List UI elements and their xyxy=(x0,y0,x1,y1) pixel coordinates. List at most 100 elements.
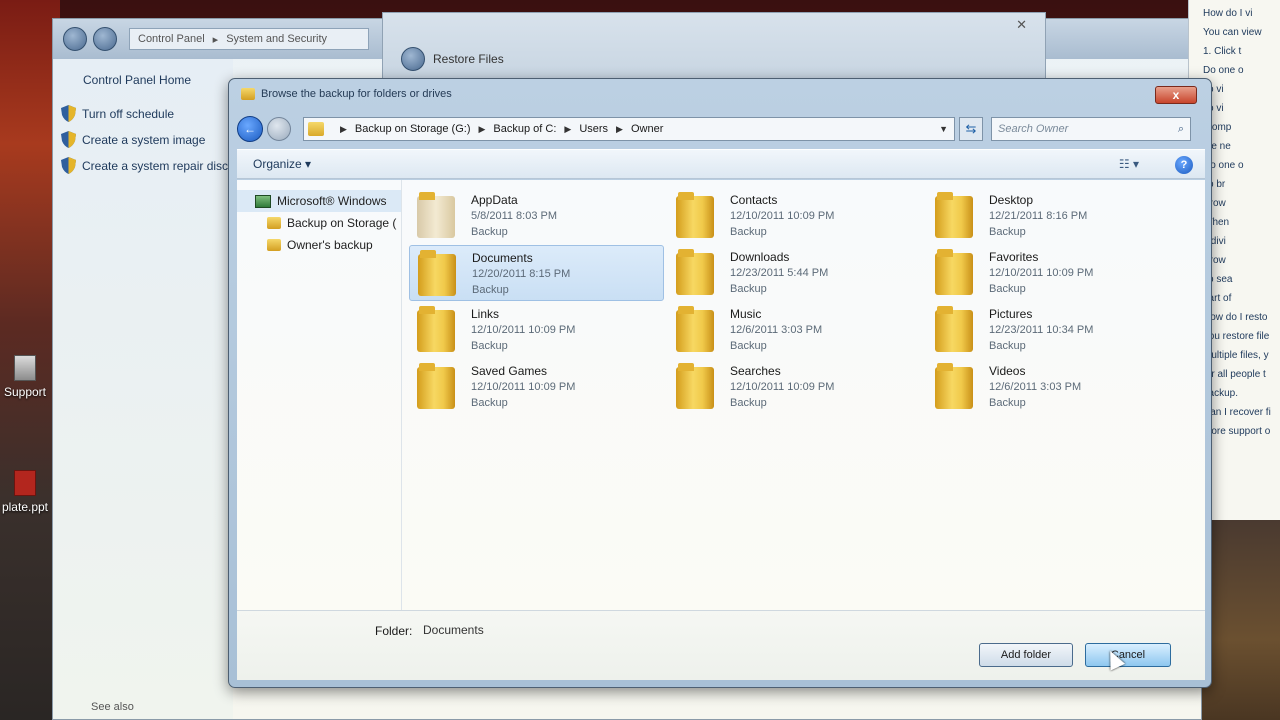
refresh-button[interactable]: ⇆ xyxy=(959,117,983,141)
file-item[interactable]: Downloads 12/23/2011 5:44 PM Backup xyxy=(668,245,923,301)
forward-button[interactable] xyxy=(267,117,291,141)
file-name: Music xyxy=(730,307,762,321)
file-item[interactable]: Music 12/6/2011 3:03 PM Backup xyxy=(668,302,923,358)
back-button[interactable]: ← xyxy=(237,116,263,142)
chevron-right-icon: ▸ xyxy=(212,33,219,46)
task-label: Turn off schedule xyxy=(82,106,175,121)
file-item[interactable]: Contacts 12/10/2011 10:09 PM Backup xyxy=(668,188,923,244)
forward-button[interactable] xyxy=(93,27,117,51)
file-name: Saved Games xyxy=(471,364,548,378)
back-button[interactable] xyxy=(63,27,87,51)
help-line: promp xyxy=(1203,122,1232,133)
help-line[interactable]: Brow xyxy=(1203,253,1280,268)
folder-icon xyxy=(935,249,973,295)
breadcrumb-item[interactable]: System and Security xyxy=(226,33,327,45)
tree-item-backup-storage[interactable]: Backup on Storage ( xyxy=(237,212,401,234)
tree-item-microsoft-windows[interactable]: Microsoft® Windows xyxy=(237,190,401,212)
file-item-selected[interactable]: Documents 12/20/2011 8:15 PM Backup xyxy=(409,245,664,301)
folder-label: Folder: xyxy=(375,624,413,638)
help-line[interactable]: Brow xyxy=(1203,196,1280,211)
tree-item-owners-backup[interactable]: Owner's backup xyxy=(237,234,401,256)
file-type: Backup xyxy=(989,397,1026,409)
address-crumb[interactable]: Backup on Storage (G:) xyxy=(355,123,471,135)
file-type: Backup xyxy=(989,340,1026,352)
chevron-right-icon[interactable]: ▶ xyxy=(340,124,347,135)
file-date: 12/10/2011 10:09 PM xyxy=(730,381,835,393)
file-type: Backup xyxy=(989,283,1026,295)
help-line[interactable]: How do I resto xyxy=(1203,310,1280,325)
folder-icon xyxy=(935,363,973,409)
file-date: 12/10/2011 10:09 PM xyxy=(989,267,1094,279)
file-item[interactable]: Saved Games 12/10/2011 10:09 PM Backup xyxy=(409,359,664,415)
help-line[interactable]: Can I recover fi xyxy=(1203,405,1280,420)
help-line[interactable]: How do I vi xyxy=(1203,6,1280,21)
file-date: 12/23/2011 5:44 PM xyxy=(730,267,829,279)
file-item[interactable]: Videos 12/6/2011 3:03 PM Backup xyxy=(927,359,1182,415)
file-item[interactable]: Pictures 12/23/2011 10:34 PM Backup xyxy=(927,302,1182,358)
close-icon[interactable]: ✕ xyxy=(1016,17,1027,33)
dialog-titlebar[interactable]: Browse the backup for folders or drives … xyxy=(229,79,1211,111)
folder-icon xyxy=(418,250,456,296)
file-item[interactable]: Searches 12/10/2011 10:09 PM Backup xyxy=(668,359,923,415)
folder-name-field[interactable]: Documents xyxy=(423,623,484,637)
folder-icon xyxy=(935,192,973,238)
dialog-footer: Folder: Documents Add folder Cancel xyxy=(237,610,1205,680)
control-panel-home-link[interactable]: Control Panel Home xyxy=(83,73,233,87)
chevron-right-icon[interactable]: ▶ xyxy=(616,124,623,135)
tree-item-label: Microsoft® Windows xyxy=(277,194,387,208)
task-label: Create a system repair disc xyxy=(82,158,229,173)
file-name: Downloads xyxy=(730,250,790,264)
close-button[interactable]: x xyxy=(1155,86,1197,104)
cancel-button[interactable]: Cancel xyxy=(1085,643,1171,667)
file-name: Searches xyxy=(730,364,781,378)
desktop-shortcut-ppt[interactable]: plate.ppt xyxy=(0,470,50,514)
file-type: Backup xyxy=(989,226,1026,238)
breadcrumb-item[interactable]: Control Panel xyxy=(138,33,205,45)
help-button[interactable]: ? xyxy=(1175,156,1193,174)
file-type: Backup xyxy=(730,340,767,352)
add-folder-button[interactable]: Add folder xyxy=(979,643,1073,667)
file-item[interactable]: Links 12/10/2011 10:09 PM Backup xyxy=(409,302,664,358)
folder-icon xyxy=(935,306,973,352)
restore-title-text: Restore Files xyxy=(433,52,504,66)
back-button[interactable] xyxy=(401,47,425,71)
dialog-title: Browse the backup for folders or drives xyxy=(241,88,452,100)
address-bar[interactable]: ▶ Backup on Storage (G:) ▶ Backup of C: … xyxy=(303,117,955,141)
restore-files-title: Restore Files xyxy=(401,47,504,71)
tree-item-label: Backup on Storage ( xyxy=(287,216,397,230)
chevron-right-icon[interactable]: ▶ xyxy=(564,124,571,135)
organize-button[interactable]: Organize ▾ xyxy=(253,157,311,171)
task-turn-off-schedule[interactable]: Turn off schedule xyxy=(61,105,233,122)
help-line: Do one o xyxy=(1203,160,1244,171)
address-crumb[interactable]: Owner xyxy=(631,123,663,135)
task-label: Create a system image xyxy=(82,132,206,147)
file-item[interactable]: Favorites 12/10/2011 10:09 PM Backup xyxy=(927,245,1182,301)
desktop-shortcut-support[interactable]: Support xyxy=(0,355,50,399)
file-date: 12/10/2011 10:09 PM xyxy=(471,381,576,393)
address-crumb[interactable]: Backup of C: xyxy=(493,123,556,135)
navigation-bar: ← ▶ Backup on Storage (G:) ▶ Backup of C… xyxy=(237,115,1205,143)
control-panel-breadcrumb[interactable]: Control Panel ▸ System and Security xyxy=(129,28,369,50)
help-line: When xyxy=(1203,217,1230,228)
help-line[interactable]: More support o xyxy=(1203,424,1280,439)
help-line[interactable]: 1. Click t xyxy=(1203,44,1280,59)
address-crumb[interactable]: Users xyxy=(579,123,608,135)
task-create-system-image[interactable]: Create a system image xyxy=(61,131,233,148)
shield-icon xyxy=(61,157,76,174)
folder-icon xyxy=(417,306,455,352)
dialog-title-text: Browse the backup for folders or drives xyxy=(261,88,452,100)
file-item[interactable]: AppData 5/8/2011 8:03 PM Backup xyxy=(409,188,664,244)
chevron-right-icon[interactable]: ▶ xyxy=(478,124,485,135)
desktop-shortcut-label: Support xyxy=(3,385,47,399)
chevron-down-icon[interactable]: ▼ xyxy=(939,124,948,134)
file-type: Backup xyxy=(471,397,508,409)
file-item[interactable]: Desktop 12/21/2011 8:16 PM Backup xyxy=(927,188,1182,244)
view-options-button[interactable]: ☷ ▾ xyxy=(1119,157,1139,171)
search-input[interactable]: Search Owner ⌕ xyxy=(991,117,1191,141)
search-icon[interactable]: ⌕ xyxy=(1178,123,1184,136)
task-create-system-repair-disc[interactable]: Create a system repair disc xyxy=(61,157,233,174)
file-type: Backup xyxy=(471,226,508,238)
help-line: multiple files, y xyxy=(1203,350,1269,361)
help-line: part of xyxy=(1203,293,1232,304)
file-type: Backup xyxy=(730,226,767,238)
